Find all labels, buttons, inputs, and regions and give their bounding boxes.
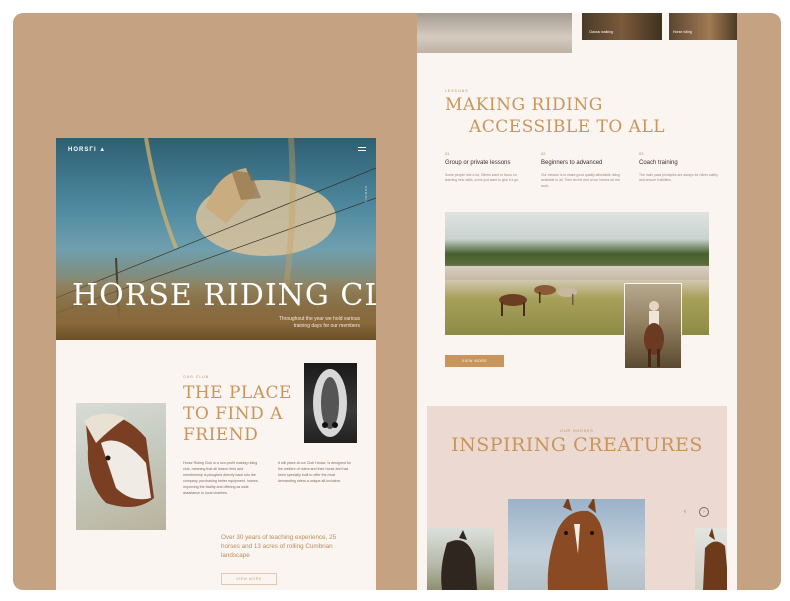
inner-page-mockup: Classic walking Horse riding LESSONS MAK… (417, 13, 737, 590)
lessons-view-more-button[interactable]: VIEW MORE (445, 355, 504, 367)
pony-portrait-photo (76, 403, 166, 530)
lessons-title-line-1: MAKING RIDING (445, 95, 603, 115)
about-body-left: Horse Riding Club is a non-profit making… (183, 461, 259, 495)
top-photo-strip: Classic walking Horse riding (417, 13, 737, 53)
hero-scroll-label: SCROLL (364, 186, 368, 205)
feature-group-lessons: 01 Group or private lessons Some people … (445, 151, 525, 184)
feature-number: 02 (541, 151, 546, 156)
carousel-next-button[interactable]: › (699, 507, 709, 517)
horses-title: INSPIRING CREATURES (451, 434, 703, 456)
feature-title: Coach training (639, 160, 678, 166)
lessons-title-line-2: ACCESSIBLE TO ALL (469, 117, 666, 137)
feature-text: Some people ride a lot, Others want to f… (445, 172, 520, 183)
homepage-mockup: HORSΓI ▲ SCROLL HORSE RIDING CLUB Throug… (56, 138, 376, 590)
about-highlight-quote: Over 30 years of teaching experience, 25… (221, 534, 337, 559)
feature-title: Beginners to advanced (541, 160, 603, 166)
hero-subtitle: Throughout the year we hold various trai… (278, 316, 360, 329)
hamburger-menu-icon[interactable] (358, 147, 366, 151)
our-horses-section: OUR HORSES INSPIRING CREATURES ‹ › (427, 406, 727, 590)
about-eyebrow: OUR CLUB (183, 375, 210, 379)
presentation-board: HORSΓI ▲ SCROLL HORSE RIDING CLUB Throug… (13, 13, 781, 590)
hero-title: HORSE RIDING CLUB (72, 278, 376, 313)
feature-number: 03 (639, 151, 644, 156)
hero-section: HORSΓI ▲ SCROLL HORSE RIDING CLUB Throug… (56, 138, 376, 340)
rider-on-horse-photo (624, 283, 682, 369)
lessons-eyebrow: LESSONS (445, 89, 469, 93)
walking-photo-caption: Classic walking (589, 30, 613, 34)
horse-riding-photo (669, 13, 737, 40)
horses-eyebrow: OUR HORSES (560, 429, 594, 433)
feature-text: The main pass principles are always for … (639, 172, 718, 183)
feature-text: Our mission is to make good quality affo… (541, 172, 620, 188)
horse-card-photo-main[interactable] (508, 499, 645, 590)
riding-arena-photo (417, 13, 572, 53)
feature-coach-training: 03 Coach training The main pass principl… (639, 151, 719, 184)
feature-number: 01 (445, 151, 450, 156)
feature-title: Group or private lessons (445, 160, 511, 166)
feature-beginners-advanced: 02 Beginners to advanced Our mission is … (541, 151, 621, 189)
walking-photo (582, 13, 662, 40)
horse-card-photo-left (427, 528, 494, 590)
carousel-prev-button[interactable]: ‹ (684, 509, 686, 515)
about-body-right: It will place at our Club House, is desi… (278, 461, 351, 483)
riding-photo-caption: Horse riding (673, 30, 692, 34)
horse-card-photo-right (695, 528, 727, 590)
black-white-horse-photo (304, 363, 357, 443)
about-title: THE PLACE TO FIND A FRIEND (183, 383, 292, 445)
about-view-more-button[interactable]: VIEW MORE (221, 573, 277, 585)
site-logo[interactable]: HORSΓI ▲ (68, 147, 106, 153)
